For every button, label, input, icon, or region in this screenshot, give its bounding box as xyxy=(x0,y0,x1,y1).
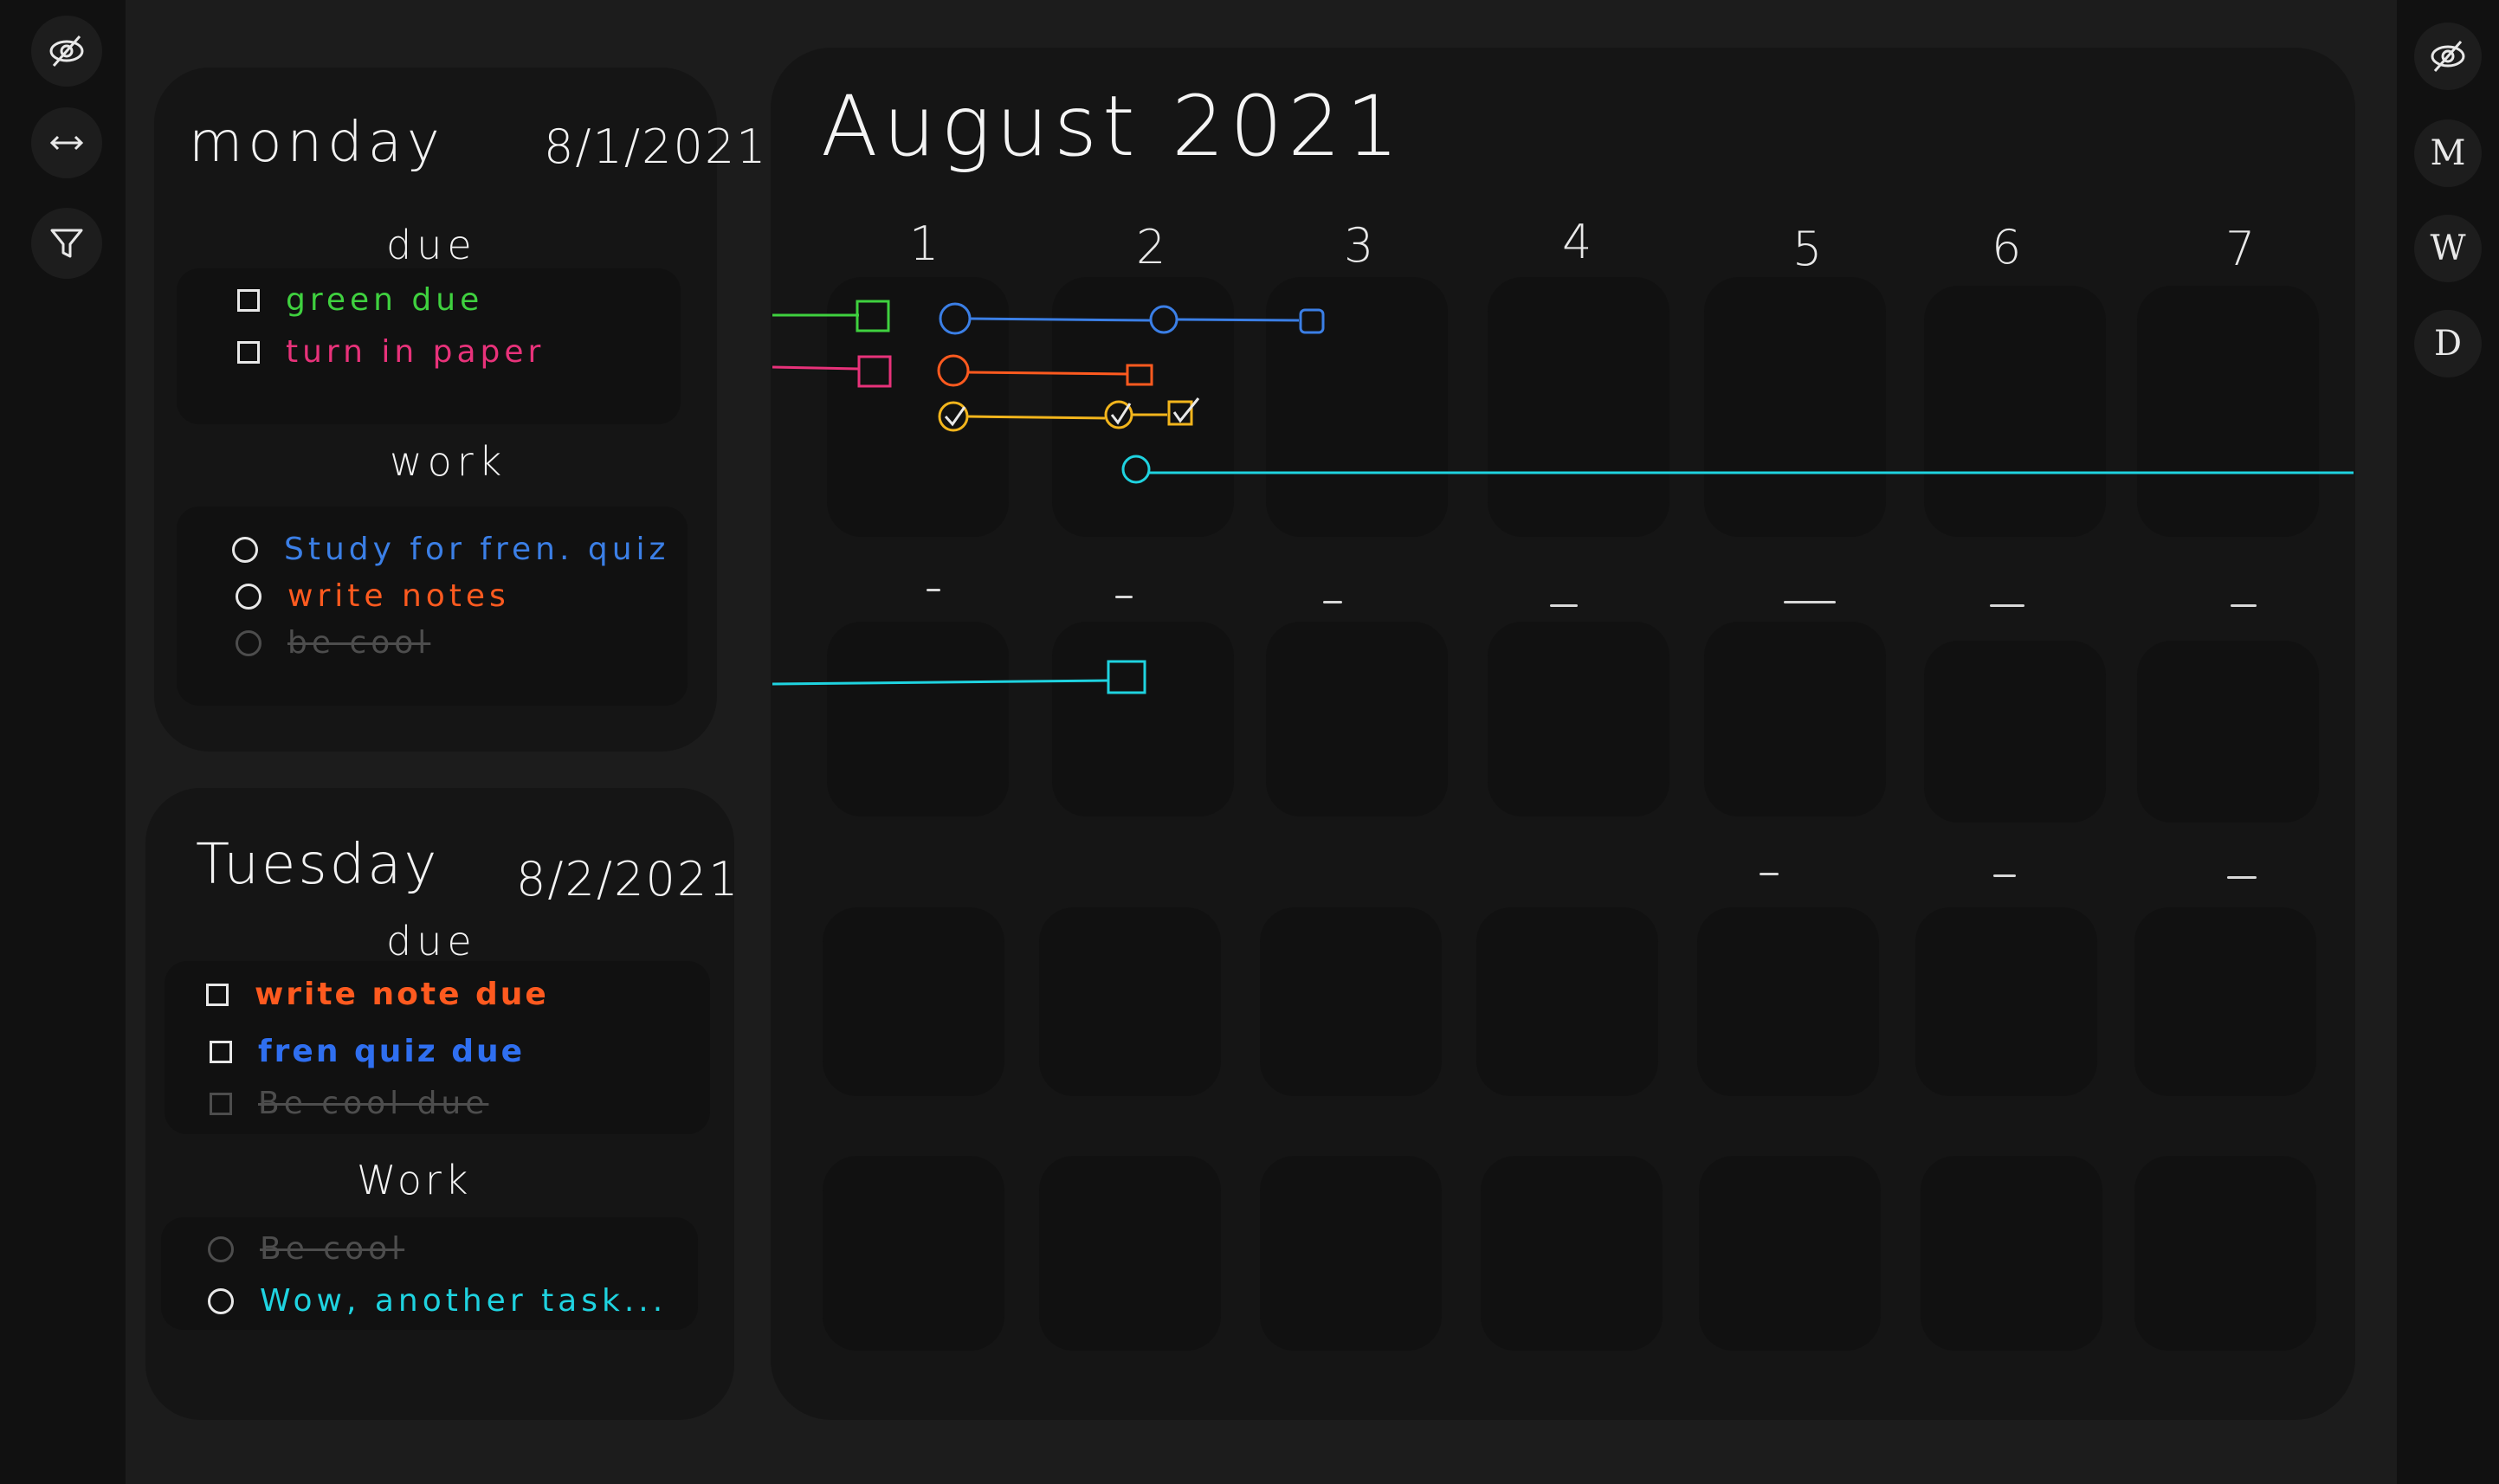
event-line-cyan xyxy=(772,679,1109,686)
event-line-pink xyxy=(772,365,860,371)
calendar-event-strokes xyxy=(772,300,2354,694)
event-start-circle xyxy=(939,302,972,335)
event-done-circle xyxy=(938,401,969,432)
event-end-square xyxy=(1107,660,1146,694)
event-start-circle xyxy=(937,354,970,387)
event-end-square xyxy=(1126,364,1153,386)
event-line-blue xyxy=(969,317,1151,322)
event-end-square xyxy=(856,300,890,332)
event-end-square xyxy=(1299,308,1325,334)
event-start-circle xyxy=(1121,455,1151,484)
event-line-yellow xyxy=(966,415,1106,420)
event-end-square xyxy=(857,355,892,388)
event-line-orange xyxy=(967,371,1128,376)
event-mid-circle xyxy=(1149,305,1178,334)
